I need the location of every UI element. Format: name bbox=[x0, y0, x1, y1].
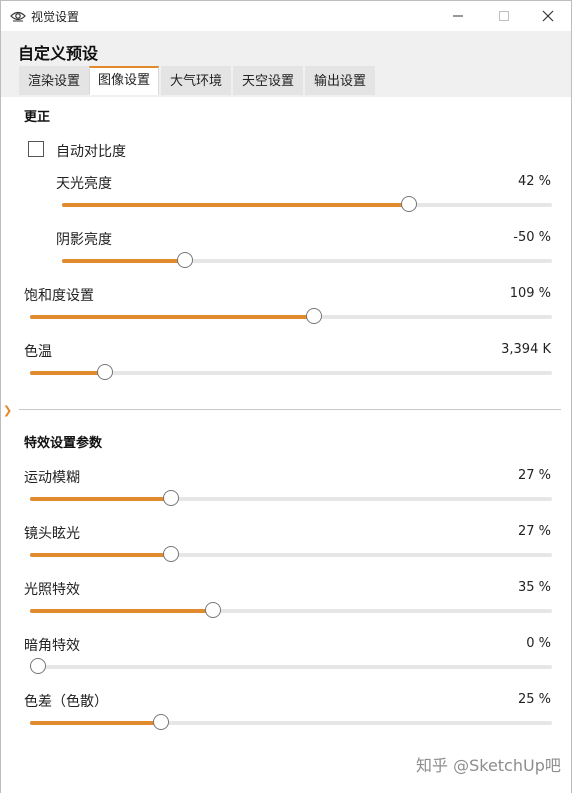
slider-sky-brightness[interactable] bbox=[62, 196, 552, 212]
slider-thumb[interactable] bbox=[162, 490, 179, 506]
slider-thumb[interactable] bbox=[152, 714, 169, 730]
slider-lighting-effects[interactable] bbox=[30, 602, 552, 618]
section-divider bbox=[19, 409, 561, 410]
slider-shadow-brightness[interactable] bbox=[62, 252, 552, 268]
slider-value-shadow-brightness: -50 % bbox=[513, 230, 551, 245]
section-title-correction: 更正 bbox=[24, 110, 51, 125]
slider-value-color-temperature: 3,394 K bbox=[501, 342, 551, 357]
slider-label-lens-flare: 镜头眩光 bbox=[24, 526, 80, 542]
slider-value-lens-flare: 27 % bbox=[517, 524, 551, 539]
preset-title: 自定义预设 bbox=[18, 44, 99, 63]
slider-thumb[interactable] bbox=[204, 602, 221, 618]
title-bar[interactable]: 视觉设置 bbox=[1, 1, 571, 31]
slider-motion-blur[interactable] bbox=[30, 490, 552, 506]
slider-value-vignette: 0 % bbox=[526, 636, 551, 651]
slider-fill bbox=[62, 259, 185, 263]
slider-thumb[interactable] bbox=[306, 308, 323, 324]
chevron-right-icon[interactable]: ❯ bbox=[3, 404, 12, 417]
slider-thumb[interactable] bbox=[400, 196, 417, 212]
slider-value-saturation: 109 % bbox=[509, 286, 551, 301]
slider-thumb[interactable] bbox=[96, 364, 113, 380]
visual-settings-window: 视觉设置 自定义预设 渲染设置 图像设置 大气环境 天空设置 输出设置 更正 自… bbox=[0, 0, 572, 793]
slider-fill bbox=[30, 609, 213, 613]
window-title: 视觉设置 bbox=[31, 10, 80, 24]
slider-fill bbox=[30, 721, 161, 725]
slider-value-lighting-effects: 35 % bbox=[517, 580, 551, 595]
slider-saturation[interactable] bbox=[30, 308, 552, 324]
slider-thumb[interactable] bbox=[30, 658, 46, 674]
section-title-effects: 特效设置参数 bbox=[24, 436, 103, 451]
slider-fill bbox=[30, 315, 315, 319]
minimize-icon bbox=[453, 15, 463, 17]
maximize-button[interactable] bbox=[481, 1, 527, 31]
tab-render-settings[interactable]: 渲染设置 bbox=[19, 66, 90, 95]
slider-lens-flare[interactable] bbox=[30, 546, 552, 562]
maximize-icon bbox=[499, 11, 509, 21]
slider-label-lighting-effects: 光照特效 bbox=[24, 582, 80, 598]
slider-thumb[interactable] bbox=[176, 252, 193, 268]
slider-label-chromatic-aberration: 色差（色散） bbox=[24, 694, 108, 710]
slider-value-motion-blur: 27 % bbox=[517, 468, 551, 483]
slider-label-sky-brightness: 天光亮度 bbox=[56, 176, 112, 192]
tab-atmosphere[interactable]: 大气环境 bbox=[161, 66, 232, 95]
close-icon bbox=[542, 10, 554, 22]
auto-contrast-label: 自动对比度 bbox=[56, 144, 126, 160]
slider-fill bbox=[62, 203, 409, 207]
slider-value-sky-brightness: 42 % bbox=[517, 174, 551, 189]
slider-fill bbox=[30, 553, 171, 557]
tab-output-settings[interactable]: 输出设置 bbox=[305, 66, 376, 95]
image-settings-panel: 更正 自动对比度 天光亮度 42 % 阴影亮度 -50 % 饱和度设置 109 … bbox=[1, 97, 571, 793]
auto-contrast-checkbox[interactable] bbox=[28, 141, 44, 157]
tab-image-settings[interactable]: 图像设置 bbox=[89, 66, 160, 95]
slider-value-chromatic-aberration: 25 % bbox=[517, 692, 551, 707]
slider-fill bbox=[30, 497, 171, 501]
minimize-button[interactable] bbox=[435, 1, 481, 31]
slider-label-motion-blur: 运动模糊 bbox=[24, 470, 80, 486]
tab-sky-settings[interactable]: 天空设置 bbox=[233, 66, 304, 95]
close-button[interactable] bbox=[525, 1, 571, 31]
slider-label-vignette: 暗角特效 bbox=[24, 638, 80, 654]
slider-chromatic-aberration[interactable] bbox=[30, 714, 552, 730]
slider-thumb[interactable] bbox=[162, 546, 179, 562]
preset-header: 自定义预设 渲染设置 图像设置 大气环境 天空设置 输出设置 bbox=[1, 31, 571, 97]
slider-label-color-temperature: 色温 bbox=[24, 344, 52, 360]
eye-icon bbox=[10, 9, 26, 23]
slider-vignette[interactable] bbox=[30, 658, 552, 674]
slider-fill bbox=[30, 371, 105, 375]
slider-label-shadow-brightness: 阴影亮度 bbox=[56, 232, 112, 248]
watermark: 知乎 @SketchUp吧 bbox=[416, 756, 561, 775]
slider-color-temperature[interactable] bbox=[30, 364, 552, 380]
slider-label-saturation: 饱和度设置 bbox=[24, 288, 94, 304]
